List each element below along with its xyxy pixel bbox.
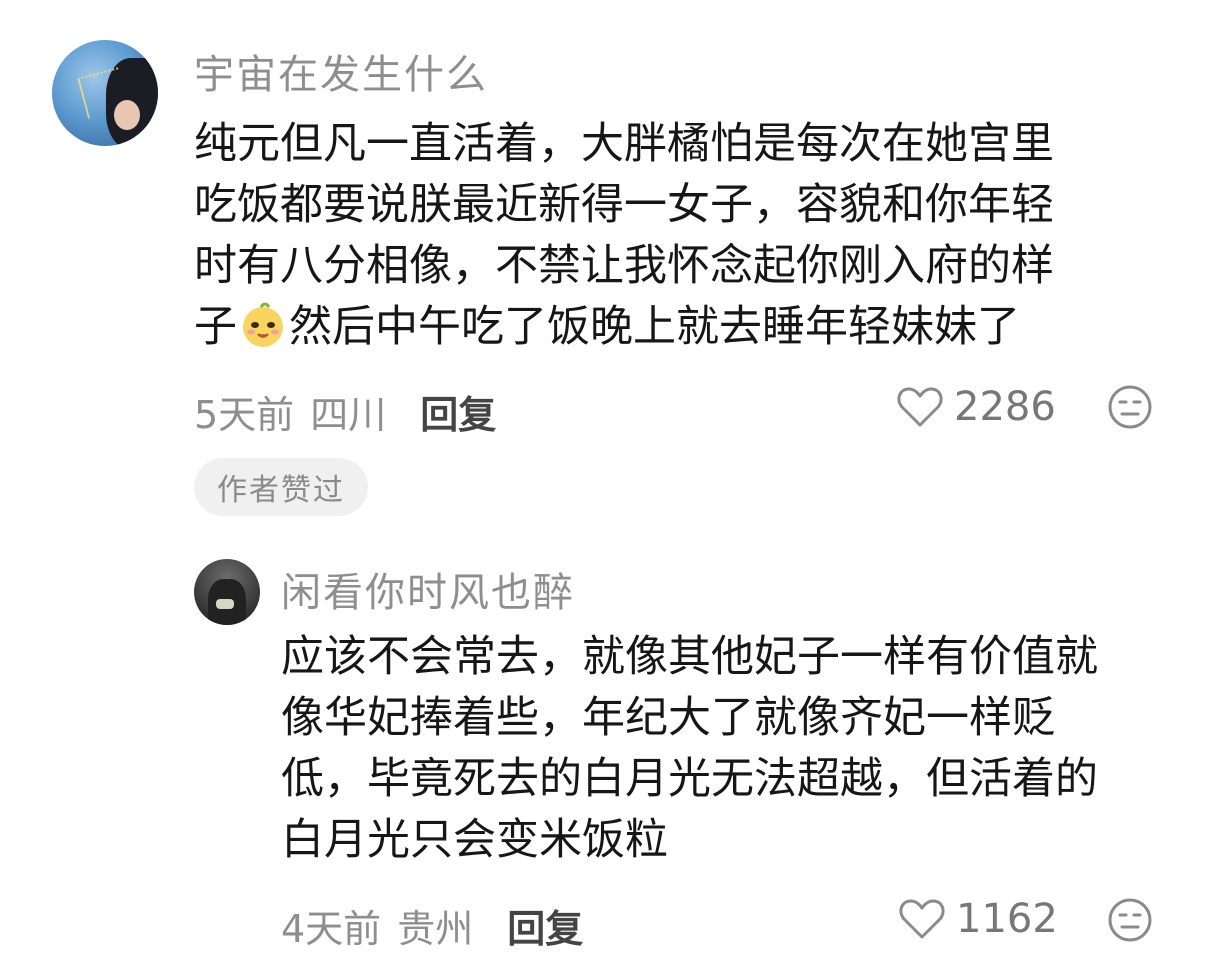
comment-line: 吃饭都要说朕最近新得一女子，容貌和你年轻 [194,180,1054,230]
comment-text: 应该不会常去，就像其他妃子一样有价值就 像华妃捧着些，年纪大了就像齐妃一样贬 低… [281,627,1098,871]
comment-username[interactable]: 闲看你时风也醉 [281,560,575,618]
meh-face-icon[interactable] [1107,384,1153,430]
comment-line: 子 然后中午吃了饭晚上就去睡年轻妹妹了 [194,297,1054,358]
comment-line: 白月光只会变米饭粒 [281,815,668,865]
comment-meta: 5天前 四川 回复 [194,384,496,439]
comment-time: 4天前 [281,907,382,951]
comment-line: 时有八分相像，不禁让我怀念起你刚入府的样 [194,241,1054,291]
comment-time: 5天前 [194,393,295,437]
comment-line: 像华妃捧着些，年纪大了就像齐妃一样贬 [281,693,1055,743]
comment-line-start: 子 [194,302,237,352]
avatar[interactable] [52,40,158,146]
heart-outline-icon [897,387,943,427]
reply-button[interactable]: 回复 [420,384,496,439]
reply-button[interactable]: 回复 [507,898,583,953]
like-button[interactable]: 2286 [896,384,1056,430]
like-count: 1162 [956,896,1058,942]
comment-location: 贵州 [397,907,474,951]
avatar-hands [216,599,234,609]
comment-line: 应该不会常去，就像其他妃子一样有价值就 [281,632,1098,682]
avatar[interactable] [194,559,260,625]
comment-username[interactable]: 宇宙在发生什么 [194,42,488,100]
like-button[interactable]: 1162 [898,896,1058,942]
meh-face-icon[interactable] [1107,897,1153,943]
comment-text: 纯元但凡一直活着，大胖橘怕是每次在她宫里 吃饭都要说朕最近新得一女子，容貌和你年… [194,114,1054,358]
like-count: 2286 [954,384,1056,430]
comment-location: 四川 [310,393,387,437]
comment-line-end: 然后中午吃了饭晚上就去睡年轻妹妹了 [289,302,1020,352]
comment-line: 纯元但凡一直活着，大胖橘怕是每次在她宫里 [194,119,1054,169]
author-liked-badge: 作者赞过 [194,458,368,516]
heart-outline-icon [899,899,945,939]
smirk-sticker-icon [243,302,283,347]
comment-meta: 4天前 贵州 回复 [281,898,583,953]
comment-line: 低，毕竟死去的白月光无法超越，但活着的 [281,754,1098,804]
